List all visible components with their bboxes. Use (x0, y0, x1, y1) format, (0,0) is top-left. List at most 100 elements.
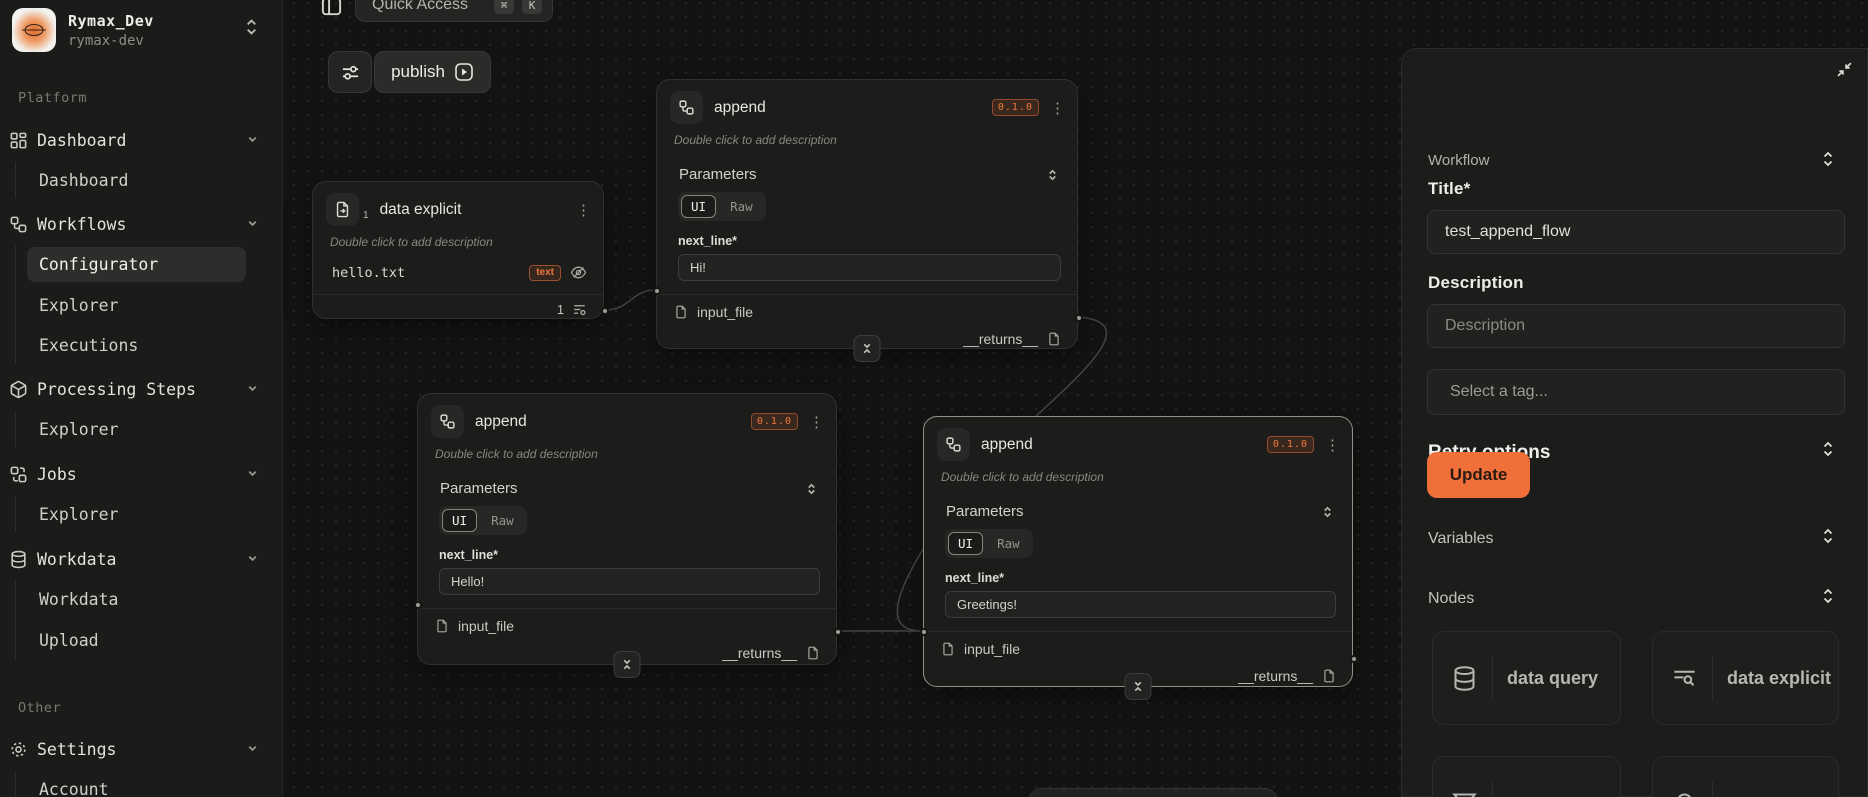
palette-card-data-explicit[interactable]: data explicit (1652, 631, 1839, 725)
palette-card-partial-2[interactable] (1652, 756, 1839, 797)
next-line-input[interactable] (945, 591, 1336, 618)
sidebar-item-dashboard[interactable]: Dashboard (0, 120, 283, 160)
node-title: append (981, 435, 1033, 453)
kebab-menu-icon[interactable]: ⋮ (1325, 436, 1340, 454)
sidebar-item-dashboard-sub[interactable]: Dashboard (0, 160, 283, 200)
entry-count: 1 (557, 302, 564, 317)
output-handle[interactable] (1075, 314, 1083, 322)
node-description[interactable]: Double click to add description (435, 447, 820, 461)
sort-chevron-icon[interactable] (1821, 527, 1835, 550)
sidebar-item-workflows-explorer[interactable]: Explorer (0, 285, 283, 325)
param-mode-toggle[interactable]: UI Raw (678, 192, 766, 221)
node-append-2[interactable]: append 0.1.0 ⋮ Double click to add descr… (414, 393, 842, 678)
publish-button[interactable]: publish (374, 51, 491, 93)
file-output-icon (1322, 669, 1336, 683)
collapse-node-button[interactable] (613, 651, 641, 678)
node-description[interactable]: Double click to add description (674, 133, 1061, 147)
input-handle[interactable] (414, 601, 422, 609)
file-name: hello.txt (332, 264, 406, 281)
sidebar-item-jobs[interactable]: Jobs (0, 454, 283, 494)
collapse-node-button[interactable] (1124, 673, 1152, 700)
kebab-menu-icon[interactable]: ⋮ (809, 413, 824, 431)
sidebar-item-account[interactable]: Account (0, 769, 283, 797)
tag-select[interactable]: Select a tag... (1427, 369, 1845, 415)
org-slug: rymax-dev (68, 32, 144, 49)
workflow-description-input[interactable] (1427, 304, 1845, 348)
node-append-1[interactable]: append 0.1.0 ⋮ Double click to add descr… (653, 79, 1083, 362)
node-append-3[interactable]: append 0.1.0 ⋮ Double click to add descr… (920, 416, 1358, 700)
sidebar-item-upload[interactable]: Upload (0, 620, 283, 660)
kebab-menu-icon[interactable]: ⋮ (1050, 99, 1065, 117)
node-data-explicit[interactable]: 1 data explicit ⋮ Double click to add de… (312, 181, 609, 319)
sort-chevron-icon[interactable] (1821, 150, 1835, 173)
sidebar-item-configurator[interactable]: Configurator (0, 244, 283, 284)
input-handle[interactable] (920, 628, 928, 636)
sort-chevron-icon[interactable] (1821, 440, 1835, 463)
collapse-node-button[interactable] (853, 335, 881, 362)
tab-raw[interactable]: Raw (481, 509, 524, 532)
sort-chevron-icon[interactable] (805, 482, 818, 496)
sliders-icon (342, 65, 358, 80)
sidebar-item-workdata[interactable]: Workdata (0, 539, 283, 579)
output-handle[interactable] (834, 628, 842, 636)
description-label: Description (1428, 273, 1524, 292)
workflow-icon (7, 213, 29, 235)
sidebar-item-settings[interactable]: Settings (0, 729, 283, 769)
chevron-down-icon (246, 550, 259, 569)
canvas-dock-toolbar[interactable] (1028, 788, 1278, 797)
output-handle[interactable] (601, 307, 609, 315)
variables-label: Variables (1428, 530, 1494, 547)
chevron-down-icon (246, 215, 259, 234)
tab-raw[interactable]: Raw (720, 195, 763, 218)
tab-ui[interactable]: UI (948, 532, 984, 555)
quick-access-bar[interactable]: Quick Access ⌘ K (355, 0, 553, 22)
input-file-label: input_file (697, 304, 754, 320)
nodes-label: Nodes (1428, 590, 1475, 607)
tab-raw[interactable]: Raw (987, 532, 1030, 555)
param-mode-toggle[interactable]: UI Raw (945, 529, 1033, 558)
node-description[interactable]: Double click to add description (330, 235, 587, 249)
tag-placeholder: Select a tag... (1450, 383, 1548, 400)
sort-chevron-icon[interactable] (1321, 505, 1334, 519)
minimize-panel-icon[interactable] (1836, 61, 1853, 83)
param-mode-toggle[interactable]: UI Raw (439, 506, 527, 535)
panel-left-icon[interactable] (320, 0, 343, 23)
chevron-down-icon (246, 380, 259, 399)
input-file-label: input_file (964, 641, 1021, 657)
org-name: Rymax_Dev (68, 11, 154, 30)
sidebar-item-workflows[interactable]: Workflows (0, 204, 283, 244)
output-handle[interactable] (1350, 655, 1358, 663)
input-file-label: input_file (458, 618, 515, 634)
node-description[interactable]: Double click to add description (941, 470, 1336, 484)
next-line-input[interactable] (439, 568, 820, 595)
org-switch-chevron-icon[interactable] (244, 16, 259, 42)
sidebar-item-processing-steps[interactable]: Processing Steps (0, 369, 283, 409)
cmd-key-badge: ⌘ (494, 0, 514, 14)
tab-ui[interactable]: UI (681, 195, 717, 218)
returns-label: __returns__ (963, 331, 1038, 347)
canvas-settings-button[interactable] (328, 51, 372, 93)
palette-card-data-query[interactable]: data query (1432, 631, 1621, 725)
palette-card-partial-1[interactable] (1432, 756, 1621, 797)
kebab-menu-icon[interactable]: ⋮ (576, 201, 591, 219)
returns-label: __returns__ (1238, 668, 1313, 684)
update-button[interactable]: Update (1427, 452, 1530, 498)
sidebar-item-jobs-explorer[interactable]: Explorer (0, 494, 283, 534)
publish-label: publish (391, 62, 445, 81)
workflow-settings-panel: Workflow Title* Description Select a tag… (1401, 48, 1868, 797)
file-input-icon (435, 619, 449, 633)
org-switcher[interactable]: Rymax_Dev rymax-dev (12, 8, 154, 52)
database-icon (1451, 665, 1478, 692)
next-line-input[interactable] (678, 254, 1061, 281)
sidebar-item-executions[interactable]: Executions (0, 325, 283, 365)
sort-chevron-icon[interactable] (1821, 587, 1835, 610)
sort-chevron-icon[interactable] (1046, 168, 1059, 182)
org-logo (12, 8, 56, 52)
sidebar-item-steps-explorer[interactable]: Explorer (0, 409, 283, 449)
tab-ui[interactable]: UI (442, 509, 478, 532)
rows-icon[interactable] (572, 302, 587, 317)
eye-off-icon[interactable] (570, 264, 587, 281)
workflow-title-input[interactable] (1427, 210, 1845, 254)
input-handle[interactable] (653, 287, 661, 295)
sidebar-item-workdata-sub[interactable]: Workdata (0, 579, 283, 619)
